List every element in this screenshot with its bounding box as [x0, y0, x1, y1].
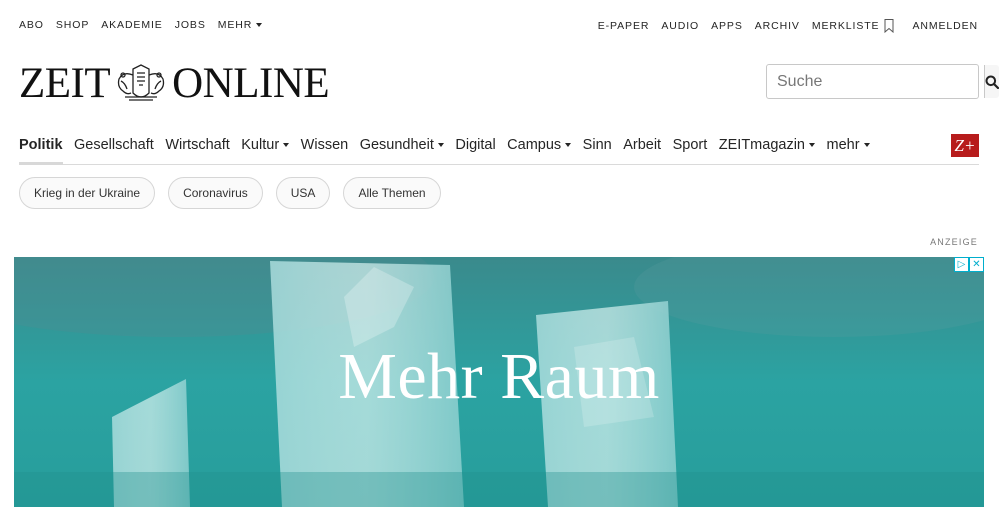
topbar-more-label: MEHR [217, 19, 253, 31]
logo-text-zeit: ZEIT [19, 59, 111, 107]
main-navigation: Politik Gesellschaft Wirtschaft Kultur W… [19, 133, 979, 165]
nav-label: Gesellschaft [74, 137, 154, 153]
topbar-link-akademie[interactable]: AKADEMIE [101, 19, 162, 31]
nav-label: Wissen [300, 137, 349, 153]
nav-item-gesellschaft[interactable]: Gesellschaft [74, 133, 154, 157]
topbar-link-audio[interactable]: AUDIO [661, 20, 699, 32]
nav-label: Wirtschaft [165, 137, 230, 153]
caret-down-icon [283, 143, 290, 147]
merkliste-label: MERKLISTE [811, 20, 880, 32]
topbar-link-epaper[interactable]: E-PAPER [598, 20, 650, 32]
nav-label: Campus [507, 137, 562, 153]
caret-down-icon [437, 143, 444, 147]
crest-icon [117, 64, 165, 101]
ad-headline: Mehr Raum [338, 340, 660, 413]
search-button[interactable] [984, 65, 999, 98]
nav-label: Sport [672, 137, 708, 153]
nav-label: Sinn [582, 137, 612, 153]
search-input[interactable] [767, 65, 984, 98]
nav-item-sinn[interactable]: Sinn [583, 133, 612, 157]
caret-down-icon [809, 143, 815, 147]
caret-down-icon [565, 143, 572, 147]
topic-tags: Krieg in der Ukraine Coronavirus USA All… [19, 177, 441, 209]
zplus-button[interactable]: Z+ [951, 134, 979, 157]
ad-choices[interactable]: ▷ ✕ [954, 257, 984, 272]
topbar-link-jobs[interactable]: JOBS [175, 19, 206, 31]
nav-item-kultur[interactable]: Kultur [241, 133, 290, 157]
tag-alle-themen[interactable]: Alle Themen [343, 177, 441, 209]
bookmark-icon [884, 19, 894, 33]
tag-usa[interactable]: USA [275, 177, 331, 209]
ad-label: ANZEIGE [930, 237, 978, 247]
zeit-online-logo[interactable]: ZEIT ONLINE [19, 60, 330, 107]
nav-item-mehr[interactable]: mehr [827, 133, 870, 157]
nav-item-gesundheit[interactable]: Gesundheit [360, 133, 444, 157]
nav-item-wirtschaft[interactable]: Wirtschaft [165, 133, 229, 157]
nav-item-zeitmagazin[interactable]: ZEITmagazin [719, 133, 815, 157]
search-box [766, 64, 999, 99]
nav-label: Kultur [241, 137, 280, 153]
nav-label: Politik [19, 137, 63, 153]
nav-item-digital[interactable]: Digital [455, 133, 495, 157]
topbar-more-menu[interactable]: MEHR [218, 19, 263, 31]
nav-label: ZEITmagazin [718, 137, 805, 153]
caret-down-icon [863, 143, 870, 147]
topbar-link-abo[interactable]: ABO [19, 19, 44, 31]
tag-coronavirus[interactable]: Coronavirus [168, 177, 263, 209]
topbar-link-apps[interactable]: APPS [711, 20, 743, 32]
nav-item-sport[interactable]: Sport [673, 133, 708, 157]
nav-label: Digital [455, 137, 496, 153]
login-link[interactable]: ANMELDEN [912, 20, 978, 32]
nav-item-politik[interactable]: Politik [19, 133, 63, 165]
topbar-link-merkliste[interactable]: MERKLISTE [812, 19, 895, 33]
ad-info-icon[interactable]: ▷ [954, 257, 969, 272]
nav-label: mehr [826, 137, 860, 153]
nav-label: Arbeit [623, 137, 662, 153]
logo-text-online: ONLINE [172, 59, 330, 107]
ad-banner[interactable]: Mehr Raum ▷ ✕ [14, 257, 984, 507]
search-icon [985, 75, 999, 89]
topbar-left-links: ABO SHOP AKADEMIE JOBS MEHR [19, 19, 263, 31]
topbar-link-archiv[interactable]: ARCHIV [755, 20, 800, 32]
nav-item-arbeit[interactable]: Arbeit [623, 133, 661, 157]
ad-close-icon[interactable]: ✕ [969, 257, 984, 272]
caret-down-icon [256, 23, 263, 27]
nav-label: Gesundheit [359, 137, 434, 153]
top-utility-bar: ABO SHOP AKADEMIE JOBS MEHR E-PAPER AUDI… [19, 19, 978, 33]
nav-item-wissen[interactable]: Wissen [301, 133, 349, 157]
topbar-right-links: E-PAPER AUDIO APPS ARCHIV MERKLISTE ANME… [598, 19, 978, 33]
nav-item-campus[interactable]: Campus [507, 133, 572, 157]
topbar-link-shop[interactable]: SHOP [56, 19, 89, 31]
tag-ukraine[interactable]: Krieg in der Ukraine [19, 177, 156, 209]
